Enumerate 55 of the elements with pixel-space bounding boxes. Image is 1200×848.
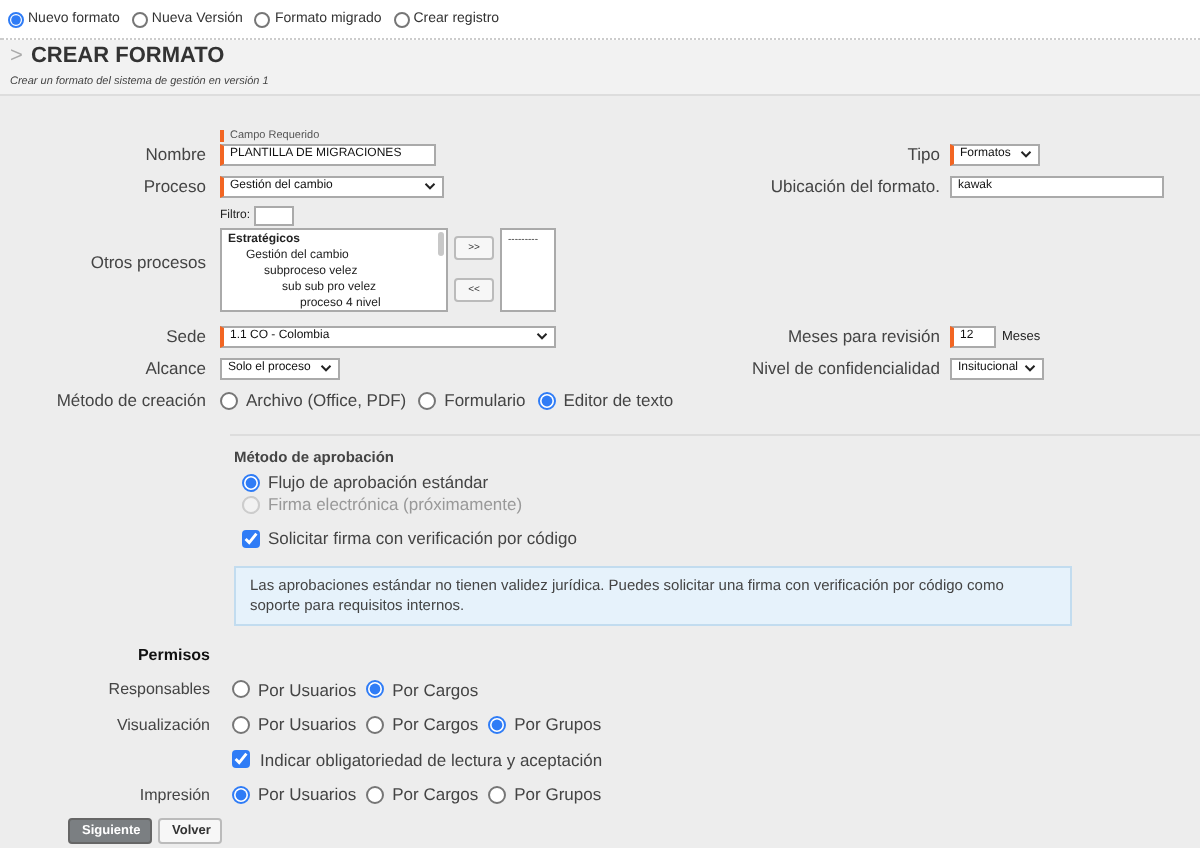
permission-radio[interactable] [232, 715, 250, 734]
caret-icon [424, 182, 436, 190]
filter-field[interactable] [254, 206, 294, 226]
permission-radio[interactable] [232, 785, 250, 804]
option-label: Por Usuarios [258, 714, 357, 735]
field-label: Responsables [106, 680, 210, 699]
option-label: Flujo de aprobación estándar [268, 472, 489, 492]
caret-icon [1024, 364, 1036, 372]
mandatory-reading-checkbox[interactable] [232, 750, 250, 769]
option-label: Editor de texto [563, 390, 674, 410]
chevron-glyph: > [10, 44, 23, 68]
section-title: Permisos [135, 645, 210, 664]
field-label: Método de creación [54, 390, 208, 410]
mode-radio[interactable] [131, 11, 148, 27]
option-label: Por Grupos [514, 784, 602, 805]
option-label: Archivo (Office, PDF) [246, 390, 407, 410]
creation-method-radio[interactable] [537, 391, 556, 409]
field-label: Sede [164, 326, 208, 346]
approval-radio[interactable] [242, 473, 260, 491]
caret-icon [320, 364, 332, 372]
field-label: Proceso [141, 176, 208, 196]
caret-icon [536, 332, 548, 340]
field-label: Nivel de confidencialidad [749, 358, 942, 378]
option-label: Indicar obligatoriedad de lectura y aceptación [258, 749, 603, 770]
option-label: Por Cargos [392, 784, 479, 805]
permission-radio[interactable] [366, 785, 385, 804]
field-label: Meses para revisión [785, 326, 942, 346]
field-label: Alcance [143, 358, 208, 378]
field-label: Nombre [143, 144, 208, 164]
permission-radio[interactable] [488, 785, 507, 804]
option-label: Por Grupos [514, 714, 602, 735]
caret-icon [1020, 150, 1032, 158]
creation-method-radio[interactable] [220, 391, 238, 409]
field-label: Ubicación del formato. [768, 176, 942, 196]
field-label: Otros procesos [88, 251, 208, 271]
field-label: Tipo [905, 144, 942, 164]
field-label: Impresión [137, 785, 210, 804]
option-label: Por Cargos [392, 714, 479, 735]
option-label: Formulario [444, 390, 526, 410]
page-title: CREAR FORMATO [30, 44, 225, 68]
verification-checkbox[interactable] [242, 529, 260, 547]
permission-radio[interactable] [232, 680, 250, 699]
field-label: Visualización [114, 715, 210, 734]
option-label: Por Usuarios [258, 679, 357, 700]
permission-radio[interactable] [488, 715, 507, 734]
creation-method-radio[interactable] [418, 391, 437, 409]
option-label: Solicitar firma con verificación por código [268, 528, 577, 548]
option-label: Firma electrónica (próximamente) [268, 494, 523, 514]
option-label: Por Usuarios [258, 784, 357, 805]
permission-radio[interactable] [366, 715, 385, 734]
mode-radio[interactable] [254, 11, 271, 27]
option-label: Por Cargos [392, 679, 479, 700]
mode-radio[interactable] [8, 11, 24, 27]
mode-radio[interactable] [393, 11, 410, 27]
permission-radio[interactable] [366, 680, 385, 699]
